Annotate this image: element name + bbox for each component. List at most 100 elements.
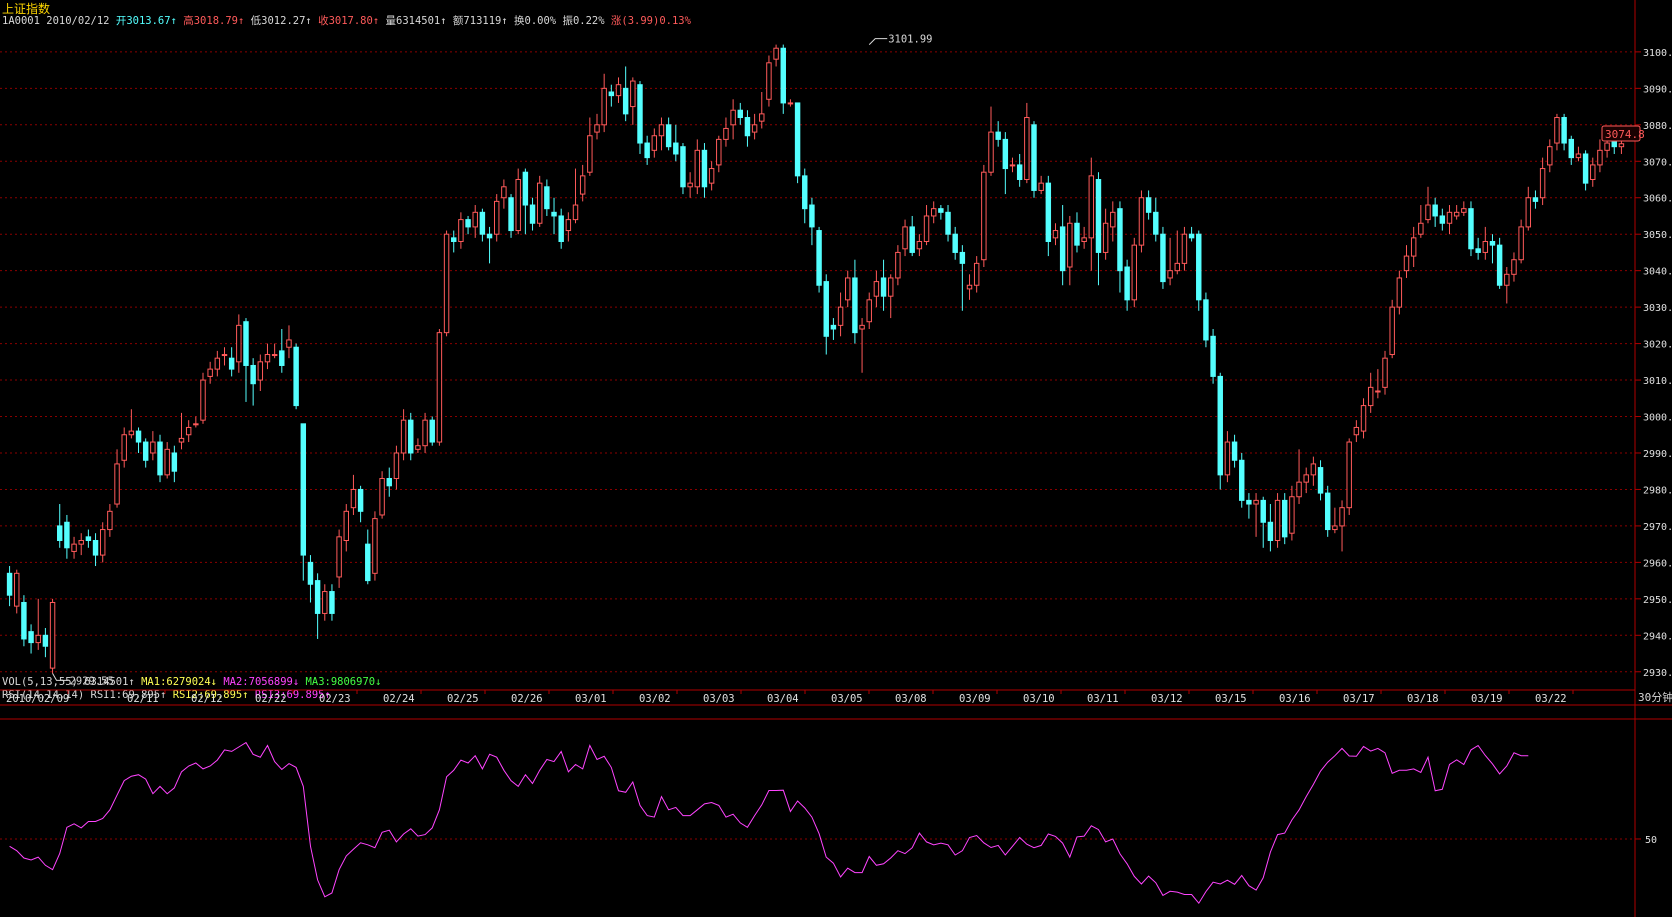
- candle-down: [809, 197, 815, 246]
- candle-up: [14, 569, 20, 614]
- candle-up: [916, 234, 923, 257]
- xtick-label: 03/10: [1023, 693, 1055, 705]
- candle-body: [1110, 211, 1116, 228]
- candle-body: [357, 488, 364, 512]
- candle-body: [42, 634, 49, 647]
- candle-up: [723, 117, 729, 147]
- candle-body: [1188, 233, 1195, 239]
- candle-down: [1124, 259, 1130, 311]
- candlestick-chart[interactable]: 2930.0 2940.0 2950.0 2960.0 2970.0 2980.0 2990…: [0, 0, 1672, 917]
- candle-body: [350, 488, 357, 509]
- candle-body: [1439, 215, 1446, 224]
- candle-up: [271, 343, 278, 359]
- candle-down: [794, 102, 801, 184]
- candle-down: [279, 329, 285, 373]
- candle-body: [515, 179, 521, 232]
- candle-body: [1504, 273, 1510, 286]
- candle-body: [1153, 211, 1159, 235]
- candle-body: [49, 601, 56, 669]
- candle-body: [164, 448, 170, 476]
- candle-body: [995, 131, 1001, 140]
- candle-body: [135, 430, 142, 443]
- candle-body: [966, 284, 973, 290]
- candle-down: [142, 438, 149, 468]
- xtick-label: 02/12: [191, 693, 223, 705]
- candle-down: [250, 358, 256, 406]
- candle-body: [787, 102, 794, 105]
- candle-body: [1174, 262, 1180, 272]
- candle-body: [257, 361, 264, 381]
- candle-up: [1461, 201, 1467, 216]
- candle-up: [766, 55, 772, 107]
- candle-down: [314, 573, 321, 639]
- candle-body: [279, 350, 285, 366]
- candle-up: [336, 529, 342, 588]
- current-price-tag: 3074.8: [1601, 125, 1645, 142]
- candle-body: [673, 142, 679, 155]
- candle-body: [687, 182, 693, 188]
- candle-body: [493, 200, 500, 235]
- candle-down: [1210, 329, 1216, 384]
- candle-down: [307, 555, 314, 603]
- candle-down: [300, 423, 307, 581]
- candle-up: [472, 205, 478, 238]
- period-label[interactable]: 30分钟: [1638, 690, 1672, 704]
- candle-up: [343, 504, 349, 552]
- candle-body: [451, 237, 457, 242]
- candle-body: [1038, 182, 1044, 191]
- candle-body: [107, 510, 113, 531]
- candle-body: [644, 142, 650, 159]
- candle-body: [171, 452, 178, 472]
- candle-body: [1310, 463, 1317, 476]
- candle-body: [379, 478, 385, 516]
- candle-body: [1052, 230, 1059, 239]
- candle-down: [42, 628, 49, 658]
- ytick-label: 3070.0: [1643, 157, 1672, 168]
- candle-body: [1332, 525, 1338, 531]
- candle-body: [472, 211, 478, 228]
- candle-down: [544, 179, 550, 216]
- xtick-label: 03/15: [1215, 693, 1247, 705]
- candle-body: [1475, 248, 1481, 253]
- candle-down: [1231, 434, 1238, 468]
- candle-up: [200, 372, 206, 424]
- candle-down: [1489, 234, 1496, 264]
- xtick-label: 03/02: [639, 693, 671, 705]
- candle-down: [852, 259, 858, 344]
- candle-body: [1267, 521, 1274, 541]
- candle-up: [257, 354, 264, 391]
- candle-body: [630, 80, 636, 108]
- ytick-label: 2930.0: [1643, 668, 1672, 679]
- candle-body: [558, 215, 564, 242]
- candle-up: [1274, 493, 1281, 548]
- candle-up: [730, 99, 736, 140]
- candle-body: [866, 299, 872, 323]
- candle-body: [945, 211, 951, 235]
- candle-body: [988, 131, 994, 173]
- candle-body: [400, 419, 407, 454]
- candle-body: [794, 102, 801, 177]
- candle-down: [1045, 175, 1052, 257]
- candle-up: [422, 412, 428, 453]
- candle-down: [608, 84, 615, 107]
- candle-up: [716, 135, 722, 173]
- candle-down: [28, 624, 34, 654]
- candle-down: [1568, 135, 1574, 165]
- candle-body: [551, 211, 557, 217]
- candle-body: [637, 84, 643, 144]
- candle-down: [909, 215, 915, 257]
- candle-up: [150, 431, 156, 461]
- candle-body: [365, 543, 371, 582]
- candle-down: [880, 259, 887, 311]
- xtick-label: 03/08: [895, 693, 927, 705]
- candle-up: [1009, 157, 1016, 173]
- candle-body: [422, 419, 428, 447]
- candle-body: [845, 277, 851, 301]
- candle-body: [572, 204, 579, 221]
- candle-body: [1160, 233, 1166, 283]
- candle-body: [959, 251, 966, 264]
- candle-down: [1153, 197, 1159, 242]
- candle-up: [845, 270, 851, 308]
- candle-down: [465, 215, 471, 235]
- candle-body: [336, 536, 342, 578]
